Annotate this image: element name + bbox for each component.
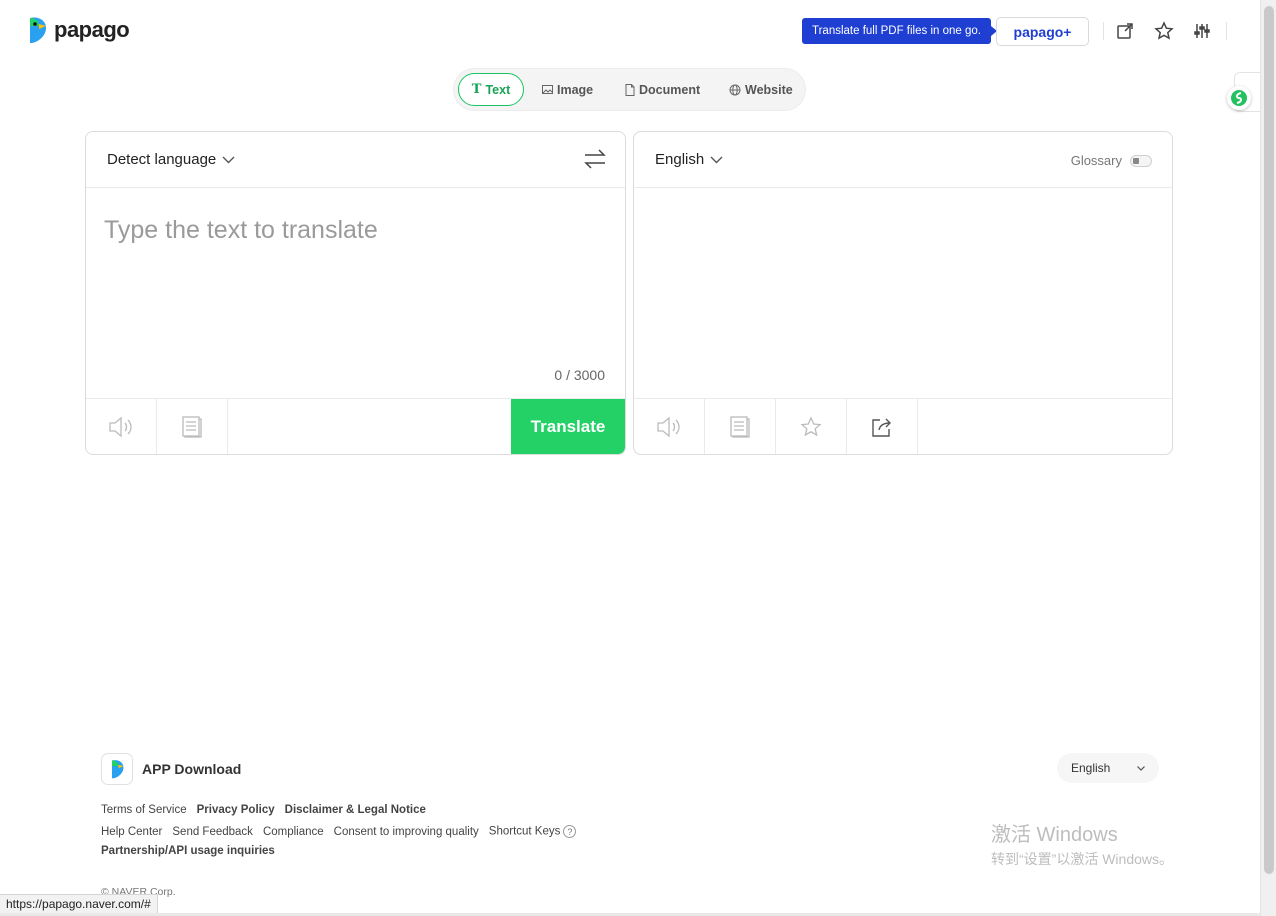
windows-activation-watermark: 激活 Windows 转到“设置”以激活 Windows。 (991, 818, 1173, 869)
footer-links-row-3: Partnership/API usage inquiries (101, 845, 275, 857)
source-text-input[interactable]: Type the text to translate (104, 216, 378, 245)
help-center-link[interactable]: Help Center (101, 826, 162, 838)
chevron-down-icon (710, 156, 723, 163)
disclaimer-link[interactable]: Disclaimer & Legal Notice (285, 804, 426, 816)
popout-icon[interactable] (1114, 20, 1136, 42)
tab-document[interactable]: Document (625, 73, 700, 106)
app-download-link[interactable]: APP Download (101, 753, 241, 785)
target-panel-footer (634, 398, 1172, 454)
extension-floating-icon[interactable] (1227, 86, 1251, 110)
speaker-icon (109, 416, 132, 438)
tab-label: Text (485, 82, 511, 97)
app-icon (101, 753, 133, 785)
chevron-down-icon (222, 156, 235, 163)
shortcut-keys-label: Shortcut Keys (488, 825, 561, 838)
target-panel: English Glossary (633, 131, 1173, 455)
favorite-button[interactable] (776, 399, 847, 454)
target-copy-button[interactable] (705, 399, 776, 454)
document-icon (625, 83, 635, 96)
target-language-label: English (655, 151, 705, 168)
parrot-logo-icon (30, 17, 46, 43)
footer-links-row-2: Help Center Send Feedback Compliance Con… (101, 825, 577, 838)
app-download-label: APP Download (142, 761, 242, 777)
source-listen-button[interactable] (86, 399, 157, 454)
glossary-label: Glossary (1070, 153, 1122, 168)
help-question-icon: ? (563, 825, 577, 838)
pdf-promo-tooltip[interactable]: Translate full PDF files in one go. (802, 18, 997, 44)
star-icon (800, 416, 822, 437)
text-icon: T (471, 82, 482, 97)
tab-label: Image (557, 82, 594, 97)
glossary-toggle[interactable]: Glossary (1071, 153, 1152, 168)
chevron-down-icon (1137, 765, 1145, 771)
target-panel-header: English Glossary (634, 132, 1172, 188)
source-language-select[interactable]: Detect language (107, 151, 235, 168)
copy-icon (730, 416, 750, 438)
consent-link[interactable]: Consent to improving quality (334, 826, 479, 838)
papago-logo[interactable]: papago (26, 16, 130, 44)
target-language-select[interactable]: English (655, 151, 723, 168)
speaker-icon (657, 416, 680, 438)
toggle-switch[interactable] (1130, 154, 1152, 167)
site-language-label: English (1071, 761, 1111, 775)
compliance-link[interactable]: Compliance (263, 826, 324, 838)
tab-label: Website (745, 82, 793, 97)
status-bar-url: https://papago.naver.com/# (0, 894, 158, 914)
watermark-subtitle: 转到“设置”以激活 Windows。 (991, 851, 1174, 867)
footer-links-row-1: Terms of Service Privacy Policy Disclaim… (101, 804, 426, 816)
swap-languages-button[interactable] (583, 148, 607, 175)
share-button[interactable] (847, 399, 918, 454)
papago-plus-button[interactable]: papago+ (996, 17, 1089, 46)
source-panel-header: Detect language (86, 132, 625, 188)
mode-tabs: T Text Image Document Website (453, 68, 806, 111)
target-listen-button[interactable] (634, 399, 705, 454)
globe-icon (729, 84, 741, 95)
scrollbar-thumb[interactable] (1264, 6, 1274, 874)
tab-website[interactable]: Website (729, 73, 793, 106)
share-icon (872, 418, 891, 437)
watermark-title: 激活 Windows (991, 824, 1118, 846)
site-language-select[interactable]: English (1057, 753, 1159, 783)
source-language-label: Detect language (107, 151, 217, 168)
tab-label: Document (639, 82, 701, 97)
source-panel-footer: Translate (86, 398, 625, 454)
swap-icon (584, 149, 606, 169)
settings-sliders-icon[interactable] (1191, 20, 1213, 42)
header-divider (1103, 22, 1104, 40)
tab-text[interactable]: T Text (458, 73, 524, 106)
logo-text: papago (54, 17, 130, 42)
source-panel: Detect language Type the text to transla… (85, 131, 626, 455)
terms-link[interactable]: Terms of Service (101, 804, 187, 816)
copy-icon (182, 416, 202, 438)
star-icon[interactable] (1153, 20, 1175, 42)
send-feedback-link[interactable]: Send Feedback (172, 826, 253, 838)
vertical-scrollbar[interactable] (1260, 0, 1276, 916)
translate-button[interactable]: Translate (511, 399, 625, 454)
partnership-link[interactable]: Partnership/API usage inquiries (101, 845, 275, 857)
tab-image[interactable]: Image (542, 73, 593, 106)
image-icon (542, 85, 553, 94)
character-counter: 0 / 3000 (554, 367, 605, 383)
shortcut-keys-link[interactable]: Shortcut Keys? (489, 825, 577, 838)
privacy-link[interactable]: Privacy Policy (197, 804, 275, 816)
header-divider (1226, 22, 1227, 40)
source-copy-button[interactable] (157, 399, 228, 454)
